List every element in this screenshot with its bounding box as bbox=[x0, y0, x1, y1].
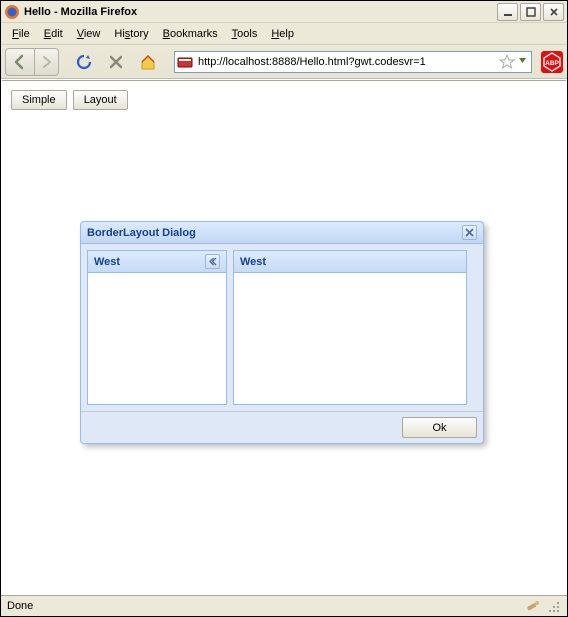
site-icon bbox=[177, 54, 193, 70]
adblock-button[interactable]: ABP bbox=[541, 51, 563, 73]
abp-icon: ABP bbox=[542, 52, 562, 72]
menu-view[interactable]: View bbox=[70, 26, 108, 42]
back-arrow-icon bbox=[11, 53, 29, 71]
stop-icon bbox=[108, 54, 124, 70]
west-panel-header: West bbox=[88, 251, 226, 273]
borderlayout-dialog: BorderLayout Dialog West West bbox=[80, 221, 484, 444]
layout-button[interactable]: Layout bbox=[73, 90, 128, 110]
status-tool-icon[interactable] bbox=[525, 598, 541, 614]
window-titlebar[interactable]: Hello - Mozilla Firefox bbox=[1, 1, 567, 23]
west-collapse-button[interactable] bbox=[205, 254, 220, 269]
svg-text:ABP: ABP bbox=[545, 60, 559, 67]
menu-help[interactable]: Help bbox=[264, 26, 301, 42]
reload-icon bbox=[75, 53, 93, 71]
home-button[interactable] bbox=[136, 50, 160, 74]
resize-grip[interactable] bbox=[545, 598, 561, 614]
west-panel: West bbox=[87, 250, 227, 405]
center-panel-header: West bbox=[234, 251, 466, 273]
menu-tools[interactable]: Tools bbox=[225, 26, 265, 42]
home-icon bbox=[139, 53, 157, 71]
menu-file[interactable]: File bbox=[5, 26, 37, 42]
status-bar: Done bbox=[1, 595, 567, 616]
bookmark-star-icon[interactable] bbox=[499, 54, 515, 70]
page-content: Simple Layout www.java2s.com BorderLayou… bbox=[2, 80, 566, 594]
dialog-header[interactable]: BorderLayout Dialog bbox=[81, 222, 483, 244]
stop-button[interactable] bbox=[104, 50, 128, 74]
maximize-button[interactable] bbox=[520, 3, 541, 21]
menu-bookmarks[interactable]: Bookmarks bbox=[156, 26, 225, 42]
west-panel-title: West bbox=[94, 256, 205, 268]
grip-icon bbox=[545, 598, 561, 614]
close-button[interactable] bbox=[543, 3, 564, 21]
dialog-title: BorderLayout Dialog bbox=[87, 227, 462, 239]
center-panel-title: West bbox=[240, 256, 460, 268]
minimize-button[interactable] bbox=[497, 3, 518, 21]
back-button[interactable] bbox=[5, 48, 35, 76]
menu-bar: File Edit View History Bookmarks Tools H… bbox=[1, 23, 567, 45]
ok-button[interactable]: Ok bbox=[402, 417, 477, 438]
forward-button[interactable] bbox=[35, 48, 59, 76]
simple-button[interactable]: Simple bbox=[11, 90, 67, 110]
reload-button[interactable] bbox=[72, 50, 96, 74]
dialog-footer: Ok bbox=[81, 411, 483, 443]
center-panel: West bbox=[233, 250, 467, 405]
menu-edit[interactable]: Edit bbox=[37, 26, 70, 42]
status-text: Done bbox=[7, 600, 525, 612]
close-icon bbox=[464, 227, 475, 238]
url-bar[interactable] bbox=[174, 51, 532, 73]
collapse-left-icon bbox=[207, 256, 218, 267]
menu-history[interactable]: History bbox=[107, 26, 155, 42]
nav-toolbar: ABP bbox=[1, 45, 567, 79]
window-title: Hello - Mozilla Firefox bbox=[24, 6, 497, 18]
dialog-body: West West bbox=[81, 244, 483, 411]
forward-arrow-icon bbox=[40, 55, 54, 69]
nav-group bbox=[5, 48, 59, 76]
firefox-icon bbox=[4, 4, 20, 20]
dialog-close-button[interactable] bbox=[462, 225, 477, 240]
window-buttons bbox=[497, 3, 564, 21]
firefox-window: Hello - Mozilla Firefox File Edit View H… bbox=[0, 0, 568, 617]
url-dropdown-icon[interactable] bbox=[515, 56, 529, 68]
url-input[interactable] bbox=[196, 55, 499, 69]
